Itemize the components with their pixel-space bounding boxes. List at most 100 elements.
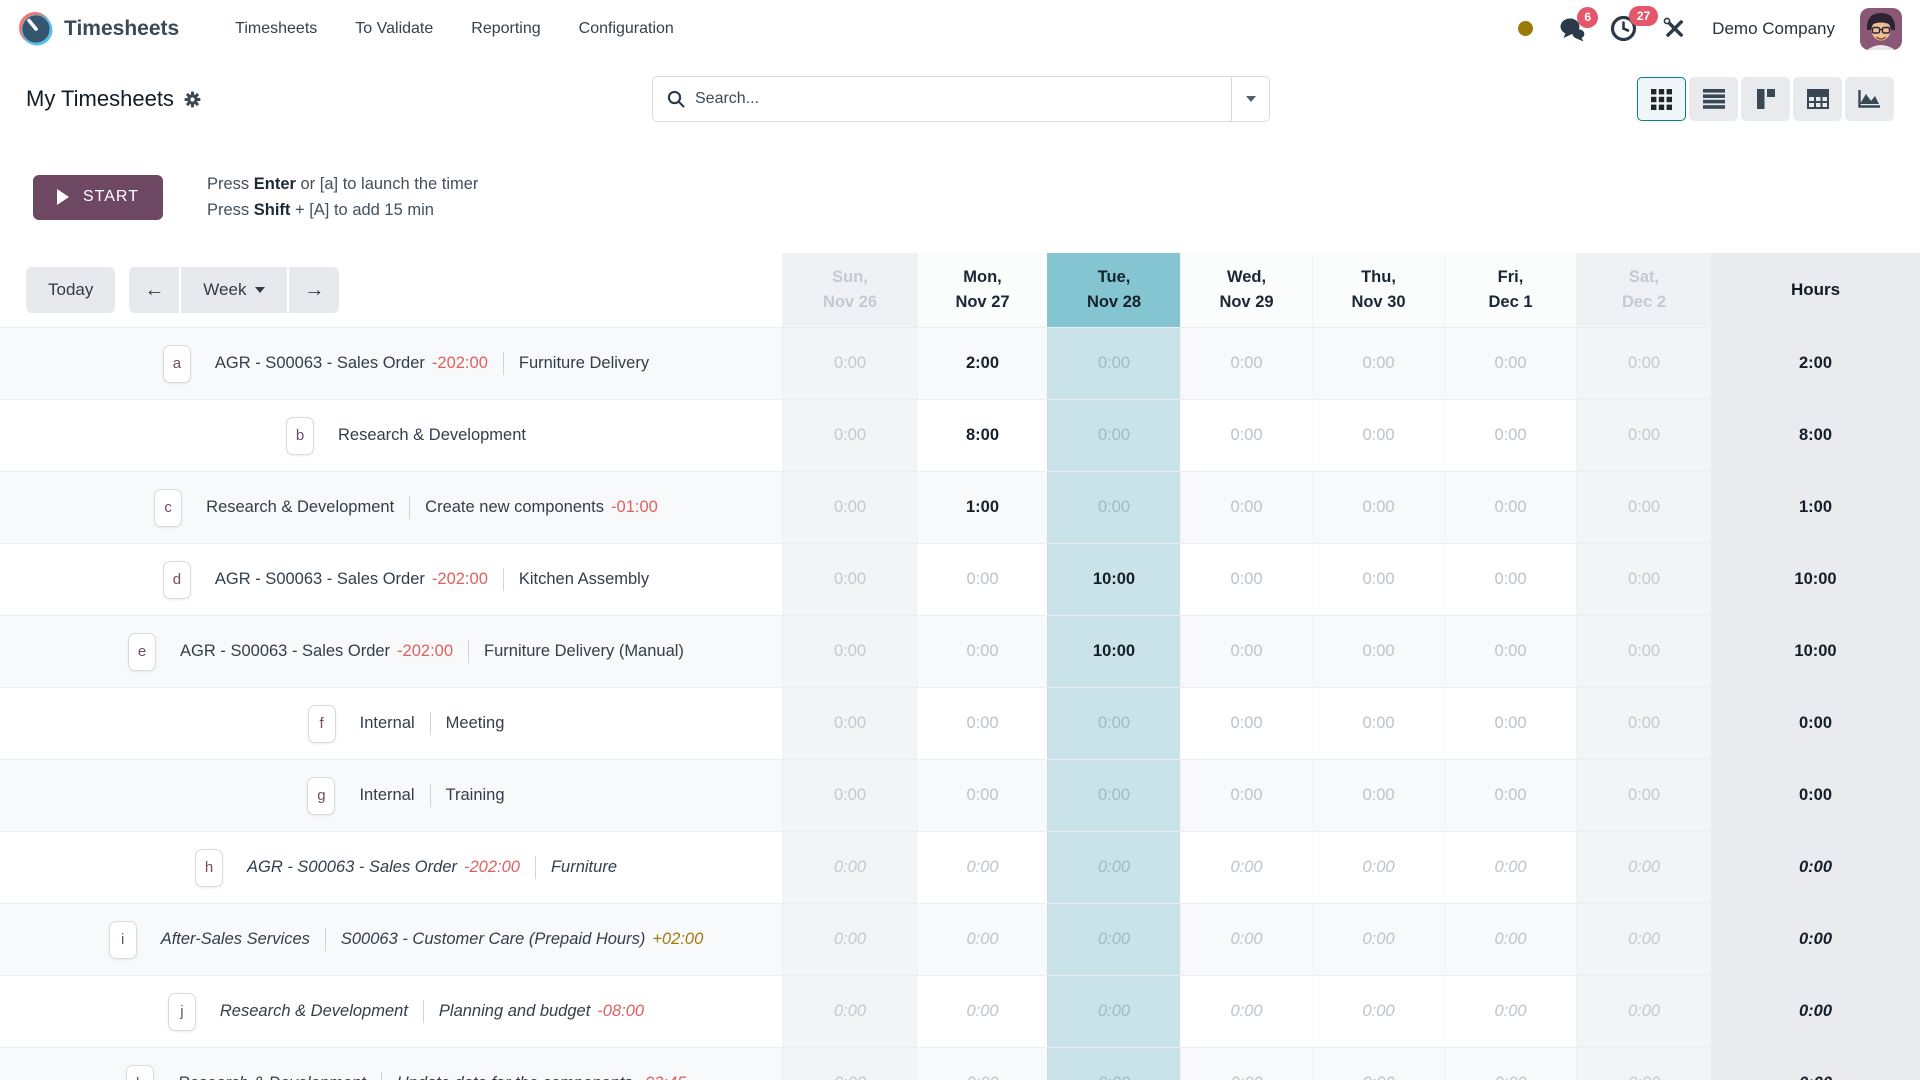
timesheet-cell[interactable]: 0:00 (1312, 1048, 1444, 1080)
range-select-button[interactable]: Week (181, 267, 287, 313)
timesheet-cell[interactable]: 0:00 (1047, 1048, 1180, 1080)
timesheet-cell[interactable]: 0:00 (1444, 976, 1576, 1047)
tools-button[interactable] (1662, 16, 1687, 41)
timesheet-cell[interactable]: 8:00 (917, 400, 1047, 471)
timesheet-cell[interactable]: 0:00 (1312, 832, 1444, 903)
gear-icon[interactable] (184, 91, 201, 108)
start-timer-button[interactable]: START (33, 175, 163, 220)
timesheet-cell[interactable]: 0:00 (1444, 760, 1576, 831)
timesheet-cell[interactable]: 0:00 (1444, 688, 1576, 759)
timesheet-cell[interactable]: 0:00 (1180, 1048, 1312, 1080)
timesheet-cell[interactable]: 0:00 (1180, 544, 1312, 615)
timesheet-cell[interactable]: 0:00 (917, 976, 1047, 1047)
timesheet-cell[interactable]: 0:00 (1047, 904, 1180, 975)
nav-item-timesheets[interactable]: Timesheets (235, 20, 317, 38)
timesheet-cell[interactable]: 0:00 (1444, 616, 1576, 687)
timesheet-cell[interactable]: 0:00 (1444, 400, 1576, 471)
messages-button[interactable]: 6 (1558, 16, 1585, 42)
timesheet-cell[interactable]: 0:00 (1444, 472, 1576, 543)
timesheet-cell[interactable]: 0:00 (782, 904, 917, 975)
timesheet-cell[interactable]: 0:00 (782, 832, 917, 903)
timesheet-cell[interactable]: 0:00 (1312, 472, 1444, 543)
timesheet-cell[interactable]: 0:00 (1576, 760, 1711, 831)
timesheet-cell[interactable]: 0:00 (782, 544, 917, 615)
timesheet-cell[interactable]: 0:00 (1444, 328, 1576, 399)
nav-item-reporting[interactable]: Reporting (471, 20, 540, 38)
timesheet-cell[interactable]: 0:00 (1444, 832, 1576, 903)
timesheet-cell[interactable]: 0:00 (1444, 544, 1576, 615)
timesheet-cell[interactable]: 0:00 (1576, 832, 1711, 903)
timesheet-cell[interactable]: 0:00 (1312, 976, 1444, 1047)
today-button[interactable]: Today (26, 267, 115, 313)
timesheet-cell[interactable]: 0:00 (1312, 328, 1444, 399)
app-menu-button[interactable]: Timesheets (18, 11, 179, 47)
timesheet-cell[interactable]: 0:00 (1444, 1048, 1576, 1080)
timesheet-cell[interactable]: 10:00 (1047, 544, 1180, 615)
timesheet-cell[interactable]: 0:00 (1047, 328, 1180, 399)
timesheet-cell[interactable]: 0:00 (1180, 904, 1312, 975)
timesheet-cell[interactable]: 0:00 (782, 760, 917, 831)
activity-dot-icon[interactable] (1518, 21, 1533, 36)
timesheet-cell[interactable]: 0:00 (782, 976, 917, 1047)
view-button-pivot[interactable] (1793, 77, 1842, 121)
company-name[interactable]: Demo Company (1712, 19, 1835, 39)
activities-button[interactable]: 27 (1610, 15, 1637, 42)
timesheet-cell[interactable]: 0:00 (1576, 328, 1711, 399)
timesheet-cell[interactable]: 0:00 (1312, 544, 1444, 615)
timesheet-cell[interactable]: 0:00 (917, 832, 1047, 903)
timesheet-cell[interactable]: 0:00 (1576, 688, 1711, 759)
timesheet-cell[interactable]: 0:00 (1047, 472, 1180, 543)
timesheet-cell[interactable]: 0:00 (917, 760, 1047, 831)
timesheet-cell[interactable]: 0:00 (1180, 616, 1312, 687)
timesheet-cell[interactable]: 0:00 (1180, 328, 1312, 399)
timesheet-cell[interactable]: 0:00 (1047, 400, 1180, 471)
view-button-kanban[interactable] (1741, 77, 1790, 121)
timesheet-cell[interactable]: 0:00 (782, 616, 917, 687)
timesheet-cell[interactable]: 0:00 (1576, 1048, 1711, 1080)
timesheet-cell[interactable]: 0:00 (1444, 904, 1576, 975)
nav-item-configuration[interactable]: Configuration (579, 20, 674, 38)
timesheet-cell[interactable]: 0:00 (1180, 976, 1312, 1047)
timesheet-cell[interactable]: 0:00 (917, 544, 1047, 615)
timesheet-cell[interactable]: 10:00 (1047, 616, 1180, 687)
nav-item-to-validate[interactable]: To Validate (355, 20, 433, 38)
next-week-button[interactable]: → (289, 267, 339, 313)
timesheet-cell[interactable]: 0:00 (1047, 688, 1180, 759)
timesheet-cell[interactable]: 0:00 (1180, 472, 1312, 543)
timesheet-cell[interactable]: 0:00 (1180, 688, 1312, 759)
search-input[interactable] (685, 90, 1231, 108)
timesheet-cell[interactable]: 1:00 (917, 472, 1047, 543)
timesheet-cell[interactable]: 0:00 (1312, 688, 1444, 759)
previous-week-button[interactable]: ← (129, 267, 179, 313)
view-button-grid[interactable] (1637, 77, 1686, 121)
search-filters-toggle[interactable] (1231, 77, 1269, 121)
view-button-graph[interactable] (1845, 77, 1894, 121)
timesheet-cell[interactable]: 0:00 (782, 688, 917, 759)
timesheet-cell[interactable]: 0:00 (782, 328, 917, 399)
timesheet-cell[interactable]: 0:00 (917, 904, 1047, 975)
timesheet-cell[interactable]: 0:00 (1047, 832, 1180, 903)
timesheet-cell[interactable]: 0:00 (1576, 976, 1711, 1047)
timesheet-cell[interactable]: 0:00 (917, 688, 1047, 759)
timesheet-cell[interactable]: 0:00 (1047, 760, 1180, 831)
timesheet-cell[interactable]: 0:00 (917, 1048, 1047, 1080)
timesheet-cell[interactable]: 0:00 (1180, 760, 1312, 831)
timesheet-cell[interactable]: 0:00 (1047, 976, 1180, 1047)
timesheet-cell[interactable]: 0:00 (1312, 616, 1444, 687)
timesheet-cell[interactable]: 0:00 (917, 616, 1047, 687)
timesheet-cell[interactable]: 0:00 (1180, 400, 1312, 471)
timesheet-cell[interactable]: 0:00 (1576, 616, 1711, 687)
timesheet-cell[interactable]: 2:00 (917, 328, 1047, 399)
timesheet-cell[interactable]: 0:00 (1312, 760, 1444, 831)
timesheet-cell[interactable]: 0:00 (1180, 832, 1312, 903)
timesheet-cell[interactable]: 0:00 (1576, 400, 1711, 471)
timesheet-cell[interactable]: 0:00 (1576, 904, 1711, 975)
view-button-list[interactable] (1689, 77, 1738, 121)
timesheet-cell[interactable]: 0:00 (1312, 904, 1444, 975)
user-avatar[interactable] (1860, 8, 1902, 50)
timesheet-cell[interactable]: 0:00 (1312, 400, 1444, 471)
timesheet-cell[interactable]: 0:00 (1576, 472, 1711, 543)
timesheet-cell[interactable]: 0:00 (782, 400, 917, 471)
timesheet-cell[interactable]: 0:00 (1576, 544, 1711, 615)
timesheet-cell[interactable]: 0:00 (782, 1048, 917, 1080)
